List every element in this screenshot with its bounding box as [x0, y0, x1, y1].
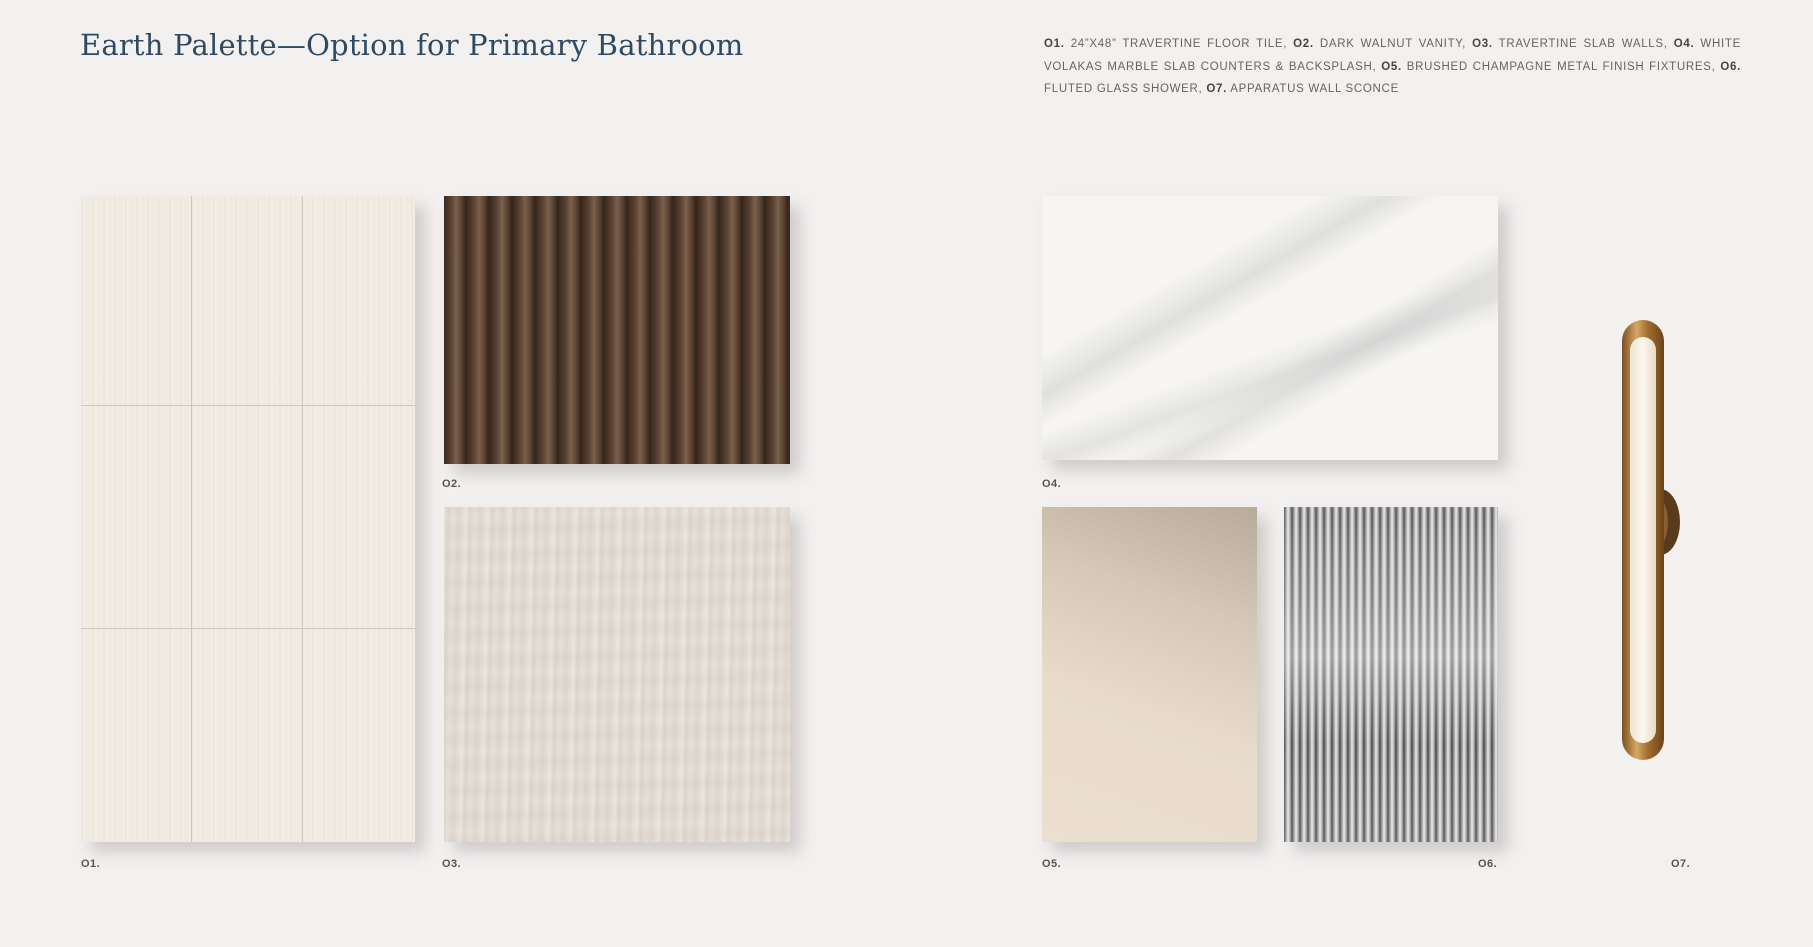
page-title: Earth Palette—Option for Primary Bathroo… [80, 28, 744, 62]
dark-walnut-vanity-swatch [444, 196, 790, 464]
legend-num-01: O1. [1044, 38, 1065, 50]
legend-num-03: O3. [1472, 38, 1493, 50]
swatch-label-04: O4. [1042, 478, 1062, 490]
swatch-label-03: O3. [442, 858, 462, 870]
swatch-label-06: O6. [1478, 858, 1498, 870]
materials-legend: O1. 24”x48” travertine floor tile, O2. d… [1044, 33, 1741, 101]
fluted-glass-shower-swatch [1284, 507, 1498, 842]
legend-num-07: O7. [1206, 83, 1227, 95]
travertine-slab-walls-swatch [444, 507, 790, 842]
legend-num-05: O5. [1381, 60, 1402, 73]
travertine-floor-tile-swatch [81, 196, 415, 842]
legend-num-02: O2. [1293, 38, 1314, 50]
white-marble-slab-swatch [1042, 196, 1498, 460]
legend-text-05: brushed champagne metal finish fixtures, [1406, 60, 1716, 73]
legend-num-06: O6. [1720, 60, 1741, 73]
legend-num-04: O4. [1673, 38, 1695, 50]
brushed-champagne-metal-swatch [1042, 507, 1257, 842]
legend-text-01: 24”x48” travertine floor tile, [1070, 38, 1288, 50]
swatch-label-05: O5. [1042, 858, 1062, 870]
swatch-label-01: O1. [81, 858, 101, 870]
wall-sconce-image [1610, 315, 1690, 760]
wall-sconce-icon [1622, 320, 1680, 760]
swatch-label-02: O2. [442, 478, 462, 490]
legend-text-02: dark walnut vanity, [1319, 38, 1467, 50]
legend-text-03: travertine slab walls, [1498, 38, 1668, 50]
legend-text-06: fluted glass shower, [1044, 83, 1203, 95]
swatch-label-07: O7. [1671, 858, 1691, 870]
legend-text-07: Apparatus wall sconce [1230, 83, 1399, 95]
